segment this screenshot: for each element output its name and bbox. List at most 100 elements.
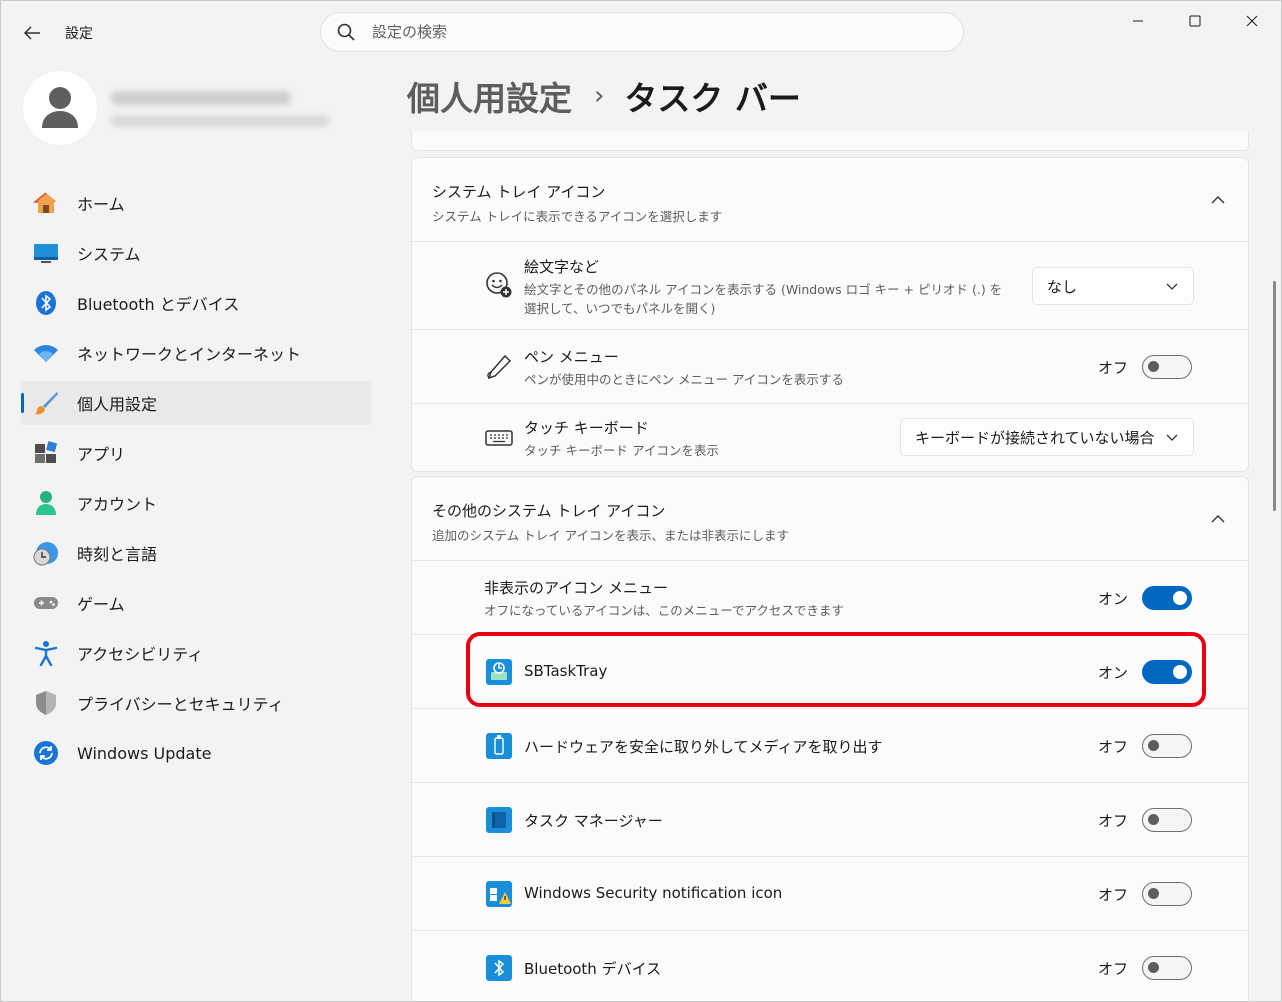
sidebar-item-label: Bluetooth とデバイス bbox=[77, 295, 240, 314]
sidebar-item-label: プライバシーとセキュリティ bbox=[77, 695, 284, 714]
breadcrumb-parent[interactable]: 個人用設定 bbox=[407, 72, 572, 120]
hidden-icon-menu-toggle-wrap: オン bbox=[1098, 586, 1192, 610]
sbtasktray-toggle-wrap: オン bbox=[1098, 660, 1192, 684]
maximize-button[interactable] bbox=[1172, 9, 1218, 33]
shield-icon bbox=[33, 690, 59, 716]
toggle-state-label: オン bbox=[1097, 589, 1128, 608]
sbtasktray-toggle[interactable] bbox=[1142, 660, 1192, 684]
group-subtitle: 追加のシステム トレイ アイコンを表示、または非表示にします bbox=[432, 528, 789, 543]
row-title: Bluetooth デバイス bbox=[524, 960, 662, 978]
windows-security-text: Windows Security notification icon bbox=[524, 884, 782, 902]
task-manager-toggle-wrap: オフ bbox=[1098, 808, 1192, 832]
row-title: タスク マネージャー bbox=[524, 812, 663, 830]
sidebar-item-time-language[interactable]: 時刻と言語 bbox=[21, 531, 371, 575]
pen-menu-toggle-wrap: オフ bbox=[1098, 355, 1192, 379]
sidebar-item-label: ネットワークとインターネット bbox=[77, 345, 302, 364]
avatar[interactable] bbox=[23, 71, 97, 145]
system-tray-group: システム トレイ アイコン システム トレイに表示できるアイコンを選択します 絵… bbox=[411, 157, 1249, 472]
bluetooth-devices-toggle-wrap: オフ bbox=[1098, 956, 1192, 980]
keyboard-icon bbox=[484, 423, 514, 453]
sidebar-item-home[interactable]: ホーム bbox=[21, 181, 371, 225]
wifi-icon bbox=[33, 340, 59, 366]
update-icon bbox=[33, 740, 59, 766]
windows-security-toggle-wrap: オフ bbox=[1098, 882, 1192, 906]
sidebar-item-system[interactable]: システム bbox=[21, 231, 371, 275]
sidebar-item-gaming[interactable]: ゲーム bbox=[21, 581, 371, 625]
bluetooth-devices-row: Bluetooth デバイス オフ bbox=[412, 931, 1248, 1001]
user-icon bbox=[42, 87, 78, 128]
sidebar-item-network[interactable]: ネットワークとインターネット bbox=[21, 331, 371, 375]
emoji-row: 絵文字など 絵文字とその他のパネル アイコンを表示する (Windows ロゴ … bbox=[412, 242, 1248, 330]
sidebar-item-label: システム bbox=[77, 245, 141, 264]
task-manager-row: タスク マネージャー オフ bbox=[412, 783, 1248, 857]
pen-menu-row: ペン メニュー ペンが使用中のときにペン メニュー アイコンを表示する オフ bbox=[412, 330, 1248, 404]
minimize-button[interactable] bbox=[1115, 9, 1161, 33]
dropdown-value: なし bbox=[1047, 277, 1078, 296]
safely-remove-toggle[interactable] bbox=[1142, 734, 1192, 758]
sidebar-item-label: 個人用設定 bbox=[77, 395, 158, 414]
search-icon bbox=[337, 23, 355, 41]
task-manager-icon bbox=[484, 805, 514, 835]
chevron-down-icon bbox=[1166, 283, 1178, 290]
safely-remove-toggle-wrap: オフ bbox=[1098, 734, 1192, 758]
minimize-icon bbox=[1133, 20, 1143, 22]
windows-security-toggle[interactable] bbox=[1142, 882, 1192, 906]
touch-keyboard-dropdown[interactable]: キーボードが接続されていない場合 bbox=[900, 418, 1194, 456]
safely-remove-row: ハードウェアを安全に取り外してメディアを取り出す オフ bbox=[412, 709, 1248, 783]
toggle-state-label: オン bbox=[1097, 663, 1128, 682]
sidebar-item-label: アクセシビリティ bbox=[77, 645, 204, 664]
emoji-icon bbox=[484, 270, 514, 300]
group-title: その他のシステム トレイ アイコン bbox=[432, 502, 666, 520]
chevron-down-icon bbox=[1166, 434, 1178, 441]
bluetooth-device-icon bbox=[484, 953, 514, 983]
settings-window: 設定 ホーム システム bbox=[1, 1, 1281, 1001]
row-title: Windows Security notification icon bbox=[524, 884, 783, 902]
row-subtitle: オフになっているアイコンは、このメニューでアクセスできます bbox=[484, 603, 844, 618]
sidebar-item-windows-update[interactable]: Windows Update bbox=[21, 731, 371, 775]
toggle-state-label: オフ bbox=[1097, 737, 1128, 756]
sidebar-item-accessibility[interactable]: アクセシビリティ bbox=[21, 631, 371, 675]
bluetooth-icon bbox=[33, 290, 59, 316]
sidebar-item-apps[interactable]: アプリ bbox=[21, 431, 371, 475]
row-title: 絵文字など bbox=[524, 258, 600, 276]
bluetooth-devices-toggle[interactable] bbox=[1142, 956, 1192, 980]
pen-menu-text: ペン メニュー ペンが使用中のときにペン メニュー アイコンを表示する bbox=[524, 346, 844, 389]
sbtasktray-icon bbox=[484, 657, 514, 687]
row-subtitle: タッチ キーボード アイコンを表示 bbox=[524, 443, 719, 458]
previous-card-edge bbox=[411, 131, 1249, 151]
sidebar-item-bluetooth[interactable]: Bluetooth とデバイス bbox=[21, 281, 371, 325]
row-subtitle: ペンが使用中のときにペン メニュー アイコンを表示する bbox=[524, 372, 844, 387]
sidebar-item-label: アカウント bbox=[77, 495, 158, 514]
user-email-blurred bbox=[111, 115, 329, 127]
other-tray-header[interactable]: その他のシステム トレイ アイコン 追加のシステム トレイ アイコンを表示、また… bbox=[412, 477, 1248, 561]
pen-icon bbox=[484, 352, 514, 382]
content-scrollbar[interactable] bbox=[1273, 281, 1276, 511]
dropdown-value: キーボードが接続されていない場合 bbox=[915, 428, 1155, 447]
sidebar-item-personalization[interactable]: 個人用設定 bbox=[21, 381, 371, 425]
close-button[interactable] bbox=[1229, 9, 1275, 33]
system-tray-header[interactable]: システム トレイ アイコン システム トレイに表示できるアイコンを選択します bbox=[412, 158, 1248, 242]
row-subtitle-line1: 絵文字とその他のパネル アイコンを表示する (Windows ロゴ キー + ピ… bbox=[524, 282, 1003, 297]
sbtasktray-row: SBTaskTray オン bbox=[412, 635, 1248, 709]
sidebar-item-accounts[interactable]: アカウント bbox=[21, 481, 371, 525]
toggle-state-label: オフ bbox=[1097, 885, 1128, 904]
sidebar-item-label: ホーム bbox=[77, 195, 125, 214]
task-manager-toggle[interactable] bbox=[1142, 808, 1192, 832]
close-icon bbox=[1246, 15, 1258, 27]
other-tray-group: その他のシステム トレイ アイコン 追加のシステム トレイ アイコンを表示、また… bbox=[411, 476, 1249, 1001]
toggle-state-label: オフ bbox=[1097, 959, 1128, 978]
search-input[interactable] bbox=[372, 23, 932, 41]
pen-menu-toggle[interactable] bbox=[1142, 355, 1192, 379]
app-title: 設定 bbox=[65, 26, 93, 42]
time-language-icon bbox=[33, 540, 59, 566]
back-button[interactable] bbox=[19, 21, 45, 45]
emoji-dropdown[interactable]: なし bbox=[1032, 267, 1194, 305]
accessibility-icon bbox=[33, 640, 59, 666]
row-title: 非表示のアイコン メニュー bbox=[484, 579, 669, 597]
row-title: SBTaskTray bbox=[524, 662, 608, 680]
hidden-icon-menu-toggle[interactable] bbox=[1142, 586, 1192, 610]
search-box[interactable] bbox=[320, 12, 964, 52]
breadcrumb-separator: › bbox=[594, 81, 605, 111]
sidebar-item-privacy[interactable]: プライバシーとセキュリティ bbox=[21, 681, 371, 725]
task-manager-text: タスク マネージャー bbox=[524, 810, 663, 831]
